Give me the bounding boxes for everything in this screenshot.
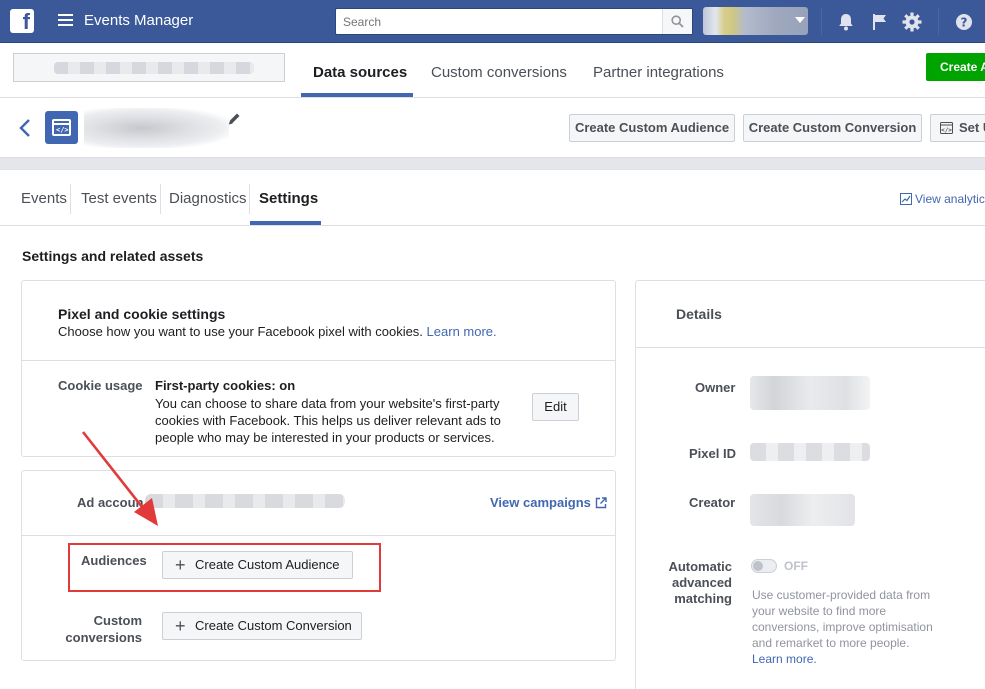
gear-icon[interactable] xyxy=(901,11,923,33)
pixel-cookie-subtitle: Choose how you want to use your Facebook… xyxy=(58,324,497,339)
help-icon[interactable]: ? xyxy=(953,11,975,33)
create-button[interactable]: Create A xyxy=(926,53,985,81)
cookie-status-heading: First-party cookies: on xyxy=(155,378,296,393)
auto-match-desc-text: Use customer-provided data from your web… xyxy=(752,588,933,650)
tab-test-events[interactable]: Test events xyxy=(81,190,157,207)
custom-conversions-label: Custom conversions xyxy=(62,613,142,645)
back-arrow-icon[interactable] xyxy=(18,118,32,138)
custom-conversions-label-line1: Custom xyxy=(93,613,142,628)
divider xyxy=(70,184,71,214)
tab-partner-integrations[interactable]: Partner integrations xyxy=(593,64,724,81)
search-input[interactable] xyxy=(336,9,662,34)
view-campaigns-label: View campaigns xyxy=(490,495,591,510)
external-link-icon xyxy=(595,497,607,509)
view-analytics-label: View analytic xyxy=(915,192,985,206)
highlight-annotation-box xyxy=(68,543,381,592)
svg-text:</>: </> xyxy=(941,127,952,134)
edit-pencil-icon[interactable] xyxy=(227,112,241,126)
edit-cookie-button[interactable]: Edit xyxy=(532,393,579,421)
search-button[interactable] xyxy=(662,9,692,34)
search-icon xyxy=(671,15,684,28)
chevron-down-icon[interactable] xyxy=(795,17,805,23)
plus-icon: + xyxy=(175,616,186,636)
view-campaigns-link[interactable]: View campaigns xyxy=(490,495,607,510)
create-custom-conversion-label: Create Custom Conversion xyxy=(195,618,352,633)
auto-match-learn-more-link[interactable]: Learn more. xyxy=(752,651,947,667)
automatic-advanced-matching-label: Automatic advanced matching xyxy=(662,559,732,607)
owner-label: Owner xyxy=(695,380,736,395)
tab-custom-conversions[interactable]: Custom conversions xyxy=(431,64,567,81)
flag-icon[interactable] xyxy=(869,11,891,33)
pixel-icon: </> xyxy=(45,111,78,144)
pixel-id-redacted xyxy=(750,443,870,461)
tab-settings[interactable]: Settings xyxy=(259,190,318,207)
custom-conversions-label-line2: conversions xyxy=(65,630,142,645)
account-switcher[interactable] xyxy=(703,7,808,35)
red-arrow-annotation xyxy=(81,431,158,526)
hamburger-menu-icon[interactable] xyxy=(58,14,73,27)
svg-text:?: ? xyxy=(961,16,968,30)
divider xyxy=(821,8,822,35)
cookie-usage-label: Cookie usage xyxy=(58,378,143,393)
ad-account-redacted xyxy=(145,494,345,508)
notifications-bell-icon[interactable] xyxy=(835,11,857,33)
search-box xyxy=(335,8,693,35)
auto-match-label-line2: advanced xyxy=(672,575,732,590)
divider xyxy=(22,535,615,536)
pixel-name-redacted xyxy=(84,108,229,148)
divider xyxy=(249,184,250,214)
toggle-state-label: OFF xyxy=(784,559,808,573)
tab-diagnostics[interactable]: Diagnostics xyxy=(169,190,247,207)
cookie-description: You can choose to share data from your w… xyxy=(155,396,501,445)
create-custom-audience-button[interactable]: Create Custom Audience xyxy=(569,114,735,142)
pixel-id-label: Pixel ID xyxy=(689,446,736,461)
app-title: Events Manager xyxy=(84,12,194,29)
tab-data-sources[interactable]: Data sources xyxy=(313,64,407,81)
setup-button-label: Set U xyxy=(959,120,985,135)
details-title: Details xyxy=(676,306,722,322)
setup-button[interactable]: </> Set U xyxy=(930,114,985,142)
section-title: Settings and related assets xyxy=(22,248,204,264)
learn-more-link[interactable]: Learn more. xyxy=(427,324,497,339)
divider-band xyxy=(0,158,985,170)
pixel-cookie-title: Pixel and cookie settings xyxy=(58,306,226,322)
redacted-text xyxy=(54,62,254,74)
divider xyxy=(22,360,615,361)
pixel-cookie-subtitle-text: Choose how you want to use your Facebook… xyxy=(58,324,423,339)
tab-events[interactable]: Events xyxy=(21,190,67,207)
auto-match-label-line3: matching xyxy=(674,591,732,606)
creator-label: Creator xyxy=(689,495,736,510)
create-custom-conversion-asset-button[interactable]: + Create Custom Conversion xyxy=(162,612,362,640)
active-tab-indicator xyxy=(250,221,321,225)
analytics-icon xyxy=(900,193,912,205)
divider xyxy=(938,8,939,35)
auto-match-label-line1: Automatic xyxy=(668,559,732,574)
active-tab-indicator xyxy=(301,93,413,97)
code-window-icon: </> xyxy=(940,122,953,134)
business-selector[interactable] xyxy=(13,53,285,82)
create-custom-conversion-button[interactable]: Create Custom Conversion xyxy=(743,114,922,142)
automatic-matching-toggle[interactable] xyxy=(751,559,777,573)
view-analytics-link[interactable]: View analytic xyxy=(900,192,985,206)
creator-redacted xyxy=(750,494,855,526)
top-nav-bar: f Events Manager ? xyxy=(0,0,985,43)
divider xyxy=(636,347,985,348)
owner-redacted xyxy=(750,376,870,410)
automatic-matching-description: Use customer-provided data from your web… xyxy=(752,587,947,667)
facebook-logo-icon[interactable]: f xyxy=(10,9,34,33)
divider xyxy=(160,184,161,214)
